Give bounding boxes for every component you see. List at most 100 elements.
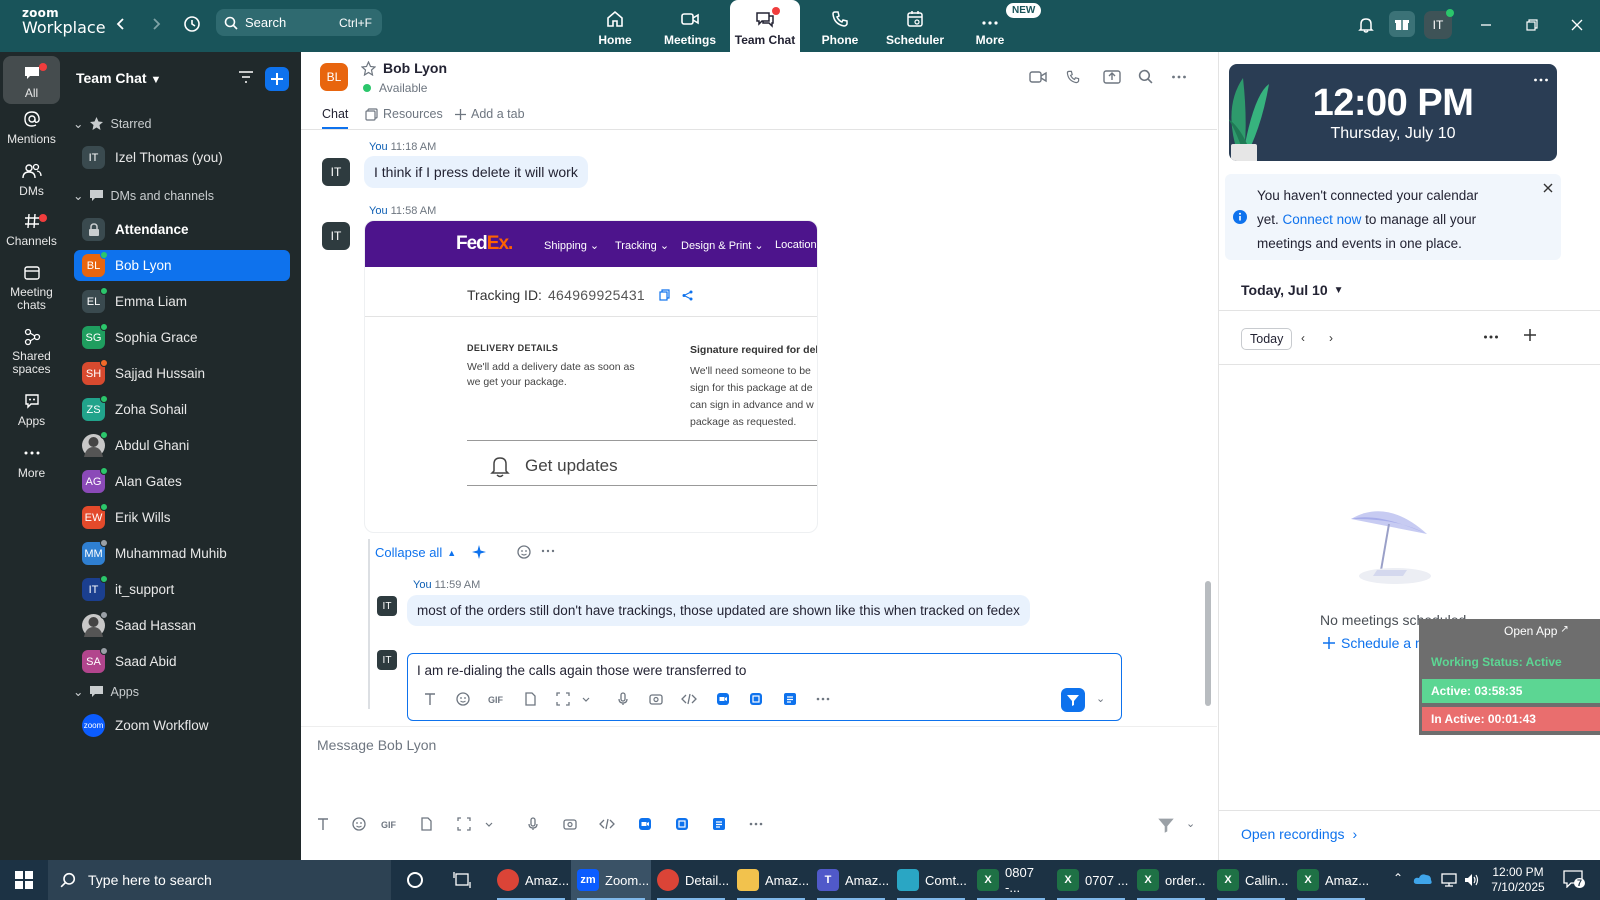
code-snippet-icon[interactable] <box>599 816 615 832</box>
emoji-icon[interactable] <box>455 691 471 707</box>
taskbar-clock[interactable]: 12:00 PM 7/10/2025 <box>1488 865 1548 895</box>
list-item-alan-gates[interactable]: AG Alan Gates <box>74 466 290 497</box>
taskbar-app-2[interactable]: Detail... <box>651 860 731 900</box>
search-input[interactable]: Search Ctrl+F <box>216 9 382 36</box>
more-options-icon[interactable] <box>1171 69 1187 85</box>
microphone-icon[interactable] <box>615 691 631 707</box>
screenshot-icon[interactable] <box>456 816 472 832</box>
today-button[interactable]: Today <box>1241 328 1293 350</box>
tab-chat[interactable]: Chat <box>322 107 349 129</box>
scrollbar-thumb[interactable] <box>1205 581 1211 706</box>
apps-section-header[interactable]: ⌄ Apps <box>73 684 139 700</box>
next-day-chevron-icon[interactable]: › <box>1329 331 1333 345</box>
contact-name[interactable]: Bob Lyon <box>383 60 447 76</box>
list-item-izel-thomas[interactable]: IT Izel Thomas (you) <box>74 142 290 173</box>
filter-icon[interactable] <box>237 68 255 86</box>
date-dropdown[interactable]: Today, Jul 10 ▼ <box>1241 282 1344 298</box>
tab-resources[interactable]: Resources <box>365 107 443 121</box>
list-item-zoha-sohail[interactable]: ZS Zoha Sohail <box>74 394 290 425</box>
tab-meetings[interactable]: Meetings <box>655 0 725 52</box>
close-icon[interactable] <box>1565 13 1589 37</box>
zoom-docs-icon[interactable] <box>748 691 764 707</box>
team-chat-dropdown[interactable]: Team Chat ▼ <box>76 70 161 86</box>
video-message-icon[interactable] <box>562 816 578 832</box>
rail-item-mentions[interactable]: Mentions <box>3 110 60 154</box>
ai-sparkle-icon[interactable] <box>471 544 487 560</box>
chevron-down-icon[interactable] <box>578 691 594 707</box>
notification-center-icon[interactable]: 7 <box>1563 870 1586 888</box>
taskbar-app-5[interactable]: Comt... <box>891 860 971 900</box>
taskbar-app-6[interactable]: X 0807 -... <box>971 860 1051 900</box>
text-format-icon[interactable] <box>315 816 331 832</box>
list-item-saad-hassan[interactable]: Saad Hassan <box>74 610 290 641</box>
back-arrow-icon[interactable] <box>109 12 133 36</box>
message-bubble[interactable]: I think if I press delete it will work <box>364 156 588 188</box>
search-icon[interactable] <box>1138 69 1153 84</box>
cortana-icon[interactable] <box>406 871 424 889</box>
screenshot-icon[interactable] <box>555 691 571 707</box>
list-item-bob-lyon[interactable]: BL Bob Lyon <box>74 250 290 281</box>
dms-section-header[interactable]: ⌄ DMs and channels <box>73 188 214 204</box>
tab-add-a-tab[interactable]: Add a tab <box>455 107 525 121</box>
file-icon[interactable] <box>522 691 538 707</box>
close-notice-icon[interactable] <box>1543 183 1553 193</box>
taskbar-app-3[interactable]: Amaz... <box>731 860 811 900</box>
tab-more[interactable]: NEW More <box>955 0 1042 52</box>
clock-more-icon[interactable] <box>1533 72 1549 88</box>
taskbar-app-0[interactable]: Amaz... <box>491 860 571 900</box>
taskbar-app-4[interactable]: T Amaz... <box>811 860 891 900</box>
emoji-icon[interactable] <box>351 816 367 832</box>
minimize-icon[interactable] <box>1474 13 1498 37</box>
zoom-docs-icon[interactable] <box>674 816 690 832</box>
rail-item-dms[interactable]: DMs <box>3 162 60 206</box>
gift-icon[interactable] <box>1389 11 1415 37</box>
list-item-erik-wills[interactable]: EW Erik Wills <box>74 502 290 533</box>
rail-item-apps[interactable]: Apps <box>3 392 60 436</box>
phone-call-icon[interactable] <box>1065 69 1081 85</box>
list-item-sajjad-hussain[interactable]: SH Sajjad Hussain <box>74 358 290 389</box>
tab-home[interactable]: Home <box>580 0 650 52</box>
composer-input[interactable]: Message Bob Lyon <box>317 737 436 753</box>
tab-phone[interactable]: Phone <box>805 0 875 52</box>
list-item-sophia-grace[interactable]: SG Sophia Grace <box>74 322 290 353</box>
windows-start-icon[interactable] <box>15 871 33 889</box>
list-item-muhammad-muhib[interactable]: MM Muhammad Muhib <box>74 538 290 569</box>
taskbar-app-9[interactable]: X Callin... <box>1211 860 1291 900</box>
video-message-icon[interactable] <box>648 691 664 707</box>
zoom-app-icon[interactable] <box>637 816 653 832</box>
new-chat-plus-icon[interactable] <box>265 67 289 91</box>
video-call-icon[interactable] <box>1029 69 1047 85</box>
network-icon[interactable] <box>1440 872 1458 888</box>
send-icon[interactable] <box>1061 688 1085 712</box>
restore-icon[interactable] <box>1520 13 1544 37</box>
send-disabled-icon[interactable] <box>1157 816 1175 834</box>
open-recordings-link[interactable]: Open recordings › <box>1241 826 1357 842</box>
taskbar-app-8[interactable]: Xorder... <box>1131 860 1211 900</box>
send-options-chevron-icon[interactable]: ⌄ <box>1096 692 1105 705</box>
connect-now-link[interactable]: Connect now <box>1283 212 1362 227</box>
star-outline-icon[interactable] <box>361 61 376 76</box>
notes-app-icon[interactable] <box>782 691 798 707</box>
fedex-screenshot-image[interactable]: FedEx. Shipping ⌄ Tracking ⌄ Design & Pr… <box>364 220 818 533</box>
chevron-down-icon[interactable] <box>481 816 497 832</box>
gif-icon[interactable]: GIF <box>488 691 504 707</box>
taskbar-search-box[interactable]: Type here to search <box>48 860 391 900</box>
send-options-chevron-icon[interactable]: ⌄ <box>1186 817 1195 830</box>
list-item-saad-abid[interactable]: SA Saad Abid <box>74 646 290 677</box>
tab-scheduler[interactable]: Scheduler <box>880 0 950 52</box>
taskbar-app-1[interactable]: zm Zoom... <box>571 860 651 900</box>
tray-chevron-icon[interactable]: ⌃ <box>1393 871 1403 885</box>
taskbar-app-7[interactable]: X 0707 ... <box>1051 860 1131 900</box>
calendar-more-icon[interactable] <box>1483 332 1499 342</box>
file-icon[interactable] <box>418 816 434 832</box>
edit-message-text[interactable]: I am re-dialing the calls again those we… <box>417 663 746 678</box>
edit-message-box[interactable]: I am re-dialing the calls again those we… <box>407 653 1122 721</box>
volume-icon[interactable] <box>1463 872 1481 888</box>
list-item-zoom-workflow[interactable]: zoom Zoom Workflow <box>74 710 290 741</box>
share-screen-icon[interactable] <box>1103 69 1121 85</box>
user-avatar[interactable]: IT <box>1424 9 1454 39</box>
starred-section-header[interactable]: ⌄ Starred <box>73 116 151 132</box>
list-item-attendance[interactable]: Attendance <box>74 214 290 245</box>
gif-icon[interactable]: GIF <box>381 816 397 832</box>
collapse-all-button[interactable]: Collapse all ▲ <box>375 545 456 560</box>
